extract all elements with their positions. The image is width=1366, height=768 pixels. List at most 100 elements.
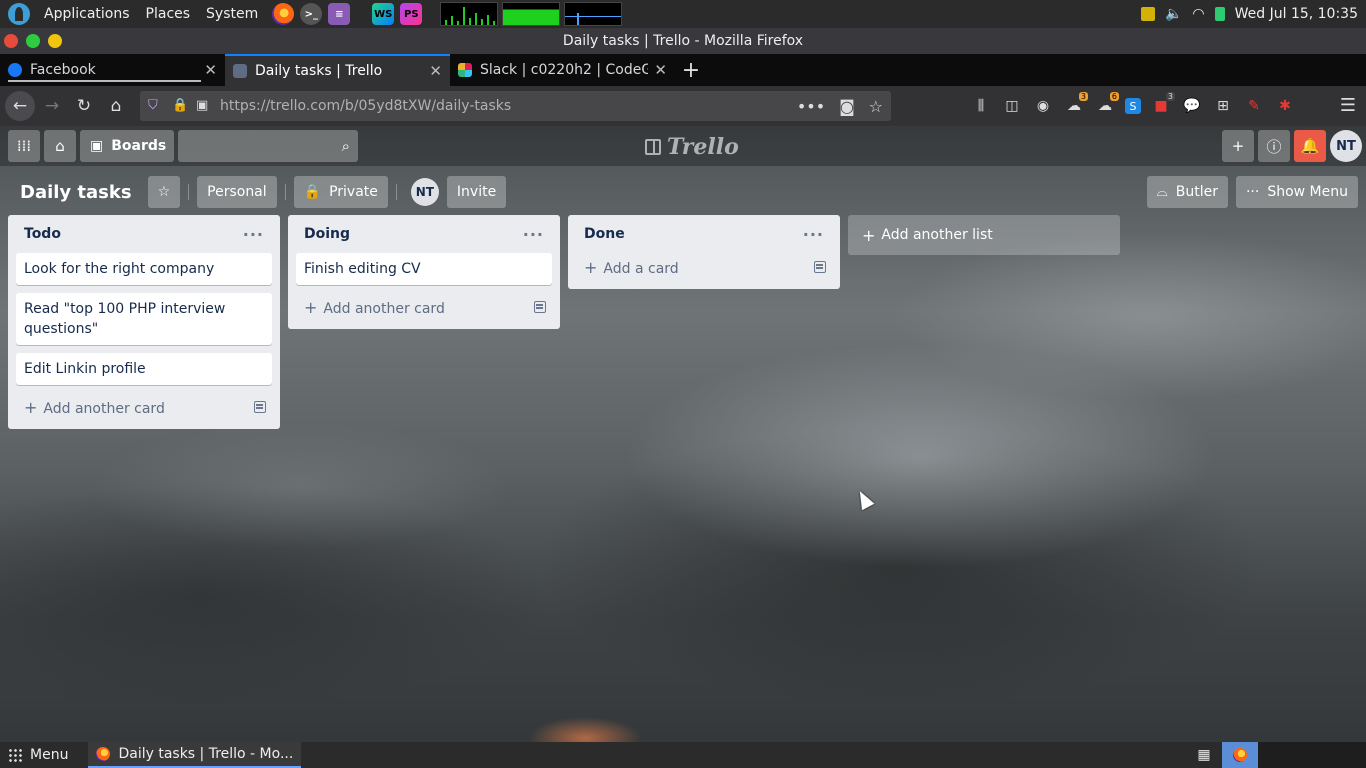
minimize-window-icon[interactable] xyxy=(48,34,62,48)
user-avatar[interactable]: NT xyxy=(1330,130,1362,162)
battery-icon[interactable] xyxy=(1214,7,1225,21)
taskbar-window-firefox[interactable]: Daily tasks | Trello - Mo... xyxy=(88,742,302,768)
notifications-button[interactable]: 🔔 xyxy=(1294,130,1326,162)
terminal-launcher-icon[interactable]: >_ xyxy=(300,3,323,25)
add-card-button[interactable]: + Add another card xyxy=(296,293,552,321)
extension-cat2-icon[interactable]: ☁ 6 xyxy=(1094,92,1119,117)
extension-s-icon[interactable]: S xyxy=(1125,98,1141,114)
member-avatar[interactable]: NT xyxy=(410,178,439,206)
team-button[interactable]: Personal xyxy=(197,176,277,208)
new-tab-button[interactable]: + xyxy=(675,54,707,86)
home-button[interactable]: ⌂ xyxy=(101,91,131,121)
places-menu[interactable]: Places xyxy=(138,6,199,22)
workspace-2[interactable] xyxy=(1258,742,1294,768)
tracking-protection-icon[interactable]: ⛉ xyxy=(148,99,162,113)
card-template-icon[interactable] xyxy=(814,261,826,273)
list-title[interactable]: Done xyxy=(584,226,625,242)
workspace-4[interactable] xyxy=(1330,742,1366,768)
butler-button[interactable]: ⌓ Butler xyxy=(1146,176,1228,208)
sidebar-icon[interactable]: ◫ xyxy=(1001,95,1023,117)
show-menu-button[interactable]: ··· Show Menu xyxy=(1235,176,1358,208)
firefox-icon xyxy=(96,747,111,761)
volume-icon[interactable]: 🔈 xyxy=(1165,6,1182,22)
create-button[interactable]: + xyxy=(1222,130,1254,162)
page-info-icon[interactable]: ▣ xyxy=(196,99,210,113)
tab-trello[interactable]: Daily tasks | Trello ✕ xyxy=(225,54,450,86)
network-tray-icon[interactable] xyxy=(1140,7,1155,21)
close-tab-icon[interactable]: ✕ xyxy=(429,62,442,80)
workspace-switcher-icon[interactable]: ▦ xyxy=(1186,742,1222,768)
firefox-launcher-icon[interactable] xyxy=(272,3,295,25)
board-title[interactable]: Daily tasks xyxy=(12,182,140,203)
list-menu-icon[interactable]: ··· xyxy=(243,225,264,244)
card[interactable]: Edit Linkin profile xyxy=(16,353,272,385)
workspace-1[interactable] xyxy=(1222,742,1258,768)
wifi-icon[interactable]: ◠ xyxy=(1192,6,1204,22)
account-icon[interactable]: ◉ xyxy=(1032,95,1054,117)
add-card-button[interactable]: + Add a card xyxy=(576,253,832,281)
add-card-button[interactable]: + Add another card xyxy=(16,393,272,421)
extension-ruler-icon[interactable]: ⊞ xyxy=(1212,95,1234,117)
extension-pen-icon[interactable]: ✎ xyxy=(1243,95,1265,117)
forward-button[interactable]: → xyxy=(37,91,67,121)
library-icon[interactable]: ⫼ xyxy=(970,95,992,117)
tab-slack[interactable]: Slack | c0220h2 | CodeGym ✕ xyxy=(450,54,675,86)
list-todo[interactable]: Todo ··· Look for the right company Read… xyxy=(8,215,280,429)
system-menu[interactable]: System xyxy=(198,6,266,22)
page-actions-icon[interactable]: ••• xyxy=(797,97,825,116)
applications-menu[interactable]: Applications xyxy=(36,6,138,22)
start-menu-button[interactable]: Menu xyxy=(0,747,76,763)
trello-logo[interactable]: Trello xyxy=(645,134,739,160)
close-tab-icon[interactable]: ✕ xyxy=(204,61,217,79)
os-top-panel: Applications Places System >_ ≡ WS PS 🔈 … xyxy=(0,0,1366,28)
card[interactable]: Finish editing CV xyxy=(296,253,552,285)
back-button[interactable]: ← xyxy=(5,91,35,121)
info-button[interactable]: ⓘ xyxy=(1258,130,1290,162)
list-title[interactable]: Doing xyxy=(304,226,350,242)
card-template-icon[interactable] xyxy=(254,401,266,413)
extension-lock-icon[interactable]: ■ 3 xyxy=(1150,92,1175,117)
tab-loading-indicator xyxy=(8,80,201,82)
tab-facebook[interactable]: Facebook ✕ xyxy=(0,54,225,86)
text-editor-launcher-icon[interactable]: ≡ xyxy=(328,3,351,25)
address-bar[interactable]: ⛉ 🔒 ▣ https://trello.com/b/05yd8tXW/dail… xyxy=(140,91,891,121)
url-text[interactable]: https://trello.com/b/05yd8tXW/daily-task… xyxy=(220,98,797,114)
more-icon: ··· xyxy=(1245,184,1260,200)
star-board-button[interactable]: ☆ xyxy=(147,176,181,208)
visibility-button[interactable]: 🔒 Private xyxy=(293,176,388,208)
list-menu-icon[interactable]: ··· xyxy=(523,225,544,244)
card-template-icon[interactable] xyxy=(534,301,546,313)
bookmark-star-icon[interactable]: ☆ xyxy=(869,97,883,116)
extension-cat-icon[interactable]: ☁ 3 xyxy=(1063,92,1088,117)
add-list-button[interactable]: + Add another list xyxy=(848,215,1120,255)
extension-tool-icon[interactable]: ✱ xyxy=(1274,95,1296,117)
invite-button[interactable]: Invite xyxy=(446,176,507,208)
trello-logo-icon xyxy=(645,139,661,155)
card[interactable]: Read "top 100 PHP interview questions" xyxy=(16,293,272,345)
list-menu-icon[interactable]: ··· xyxy=(803,225,824,244)
close-tab-icon[interactable]: ✕ xyxy=(654,61,667,79)
list-done[interactable]: Done ··· + Add a card xyxy=(568,215,840,289)
lock-icon[interactable]: 🔒 xyxy=(172,99,188,113)
search-input[interactable]: ⌕ xyxy=(178,130,358,162)
pocket-icon[interactable]: ◙ xyxy=(839,97,855,116)
list-doing[interactable]: Doing ··· Finish editing CV + Add another… xyxy=(288,215,560,329)
search-icon[interactable]: ⌕ xyxy=(342,137,350,155)
window-titlebar: Daily tasks | Trello - Mozilla Firefox xyxy=(0,28,1366,54)
webstorm-launcher-icon[interactable]: WS xyxy=(372,3,395,25)
apps-grid-button[interactable]: ⁞⁞⁞ xyxy=(8,130,40,162)
workspace-3[interactable] xyxy=(1294,742,1330,768)
maximize-window-icon[interactable] xyxy=(26,34,40,48)
home-icon-button[interactable]: ⌂ xyxy=(44,130,76,162)
boards-button[interactable]: ▣ Boards xyxy=(80,130,174,162)
reload-button[interactable]: ↻ xyxy=(69,91,99,121)
trello-header: ⁞⁞⁞ ⌂ ▣ Boards ⌕ Trello + ⓘ 🔔 NT xyxy=(0,126,1366,166)
phpstorm-launcher-icon[interactable]: PS xyxy=(400,3,423,25)
close-window-icon[interactable] xyxy=(4,34,18,48)
card[interactable]: Look for the right company xyxy=(16,253,272,285)
clock[interactable]: Wed Jul 15, 10:35 xyxy=(1235,6,1358,22)
list-title[interactable]: Todo xyxy=(24,226,61,242)
app-menu-icon[interactable]: ☰ xyxy=(1340,95,1356,116)
extension-chat-icon[interactable]: 💬 xyxy=(1181,95,1203,117)
distro-logo-icon[interactable] xyxy=(8,3,30,25)
